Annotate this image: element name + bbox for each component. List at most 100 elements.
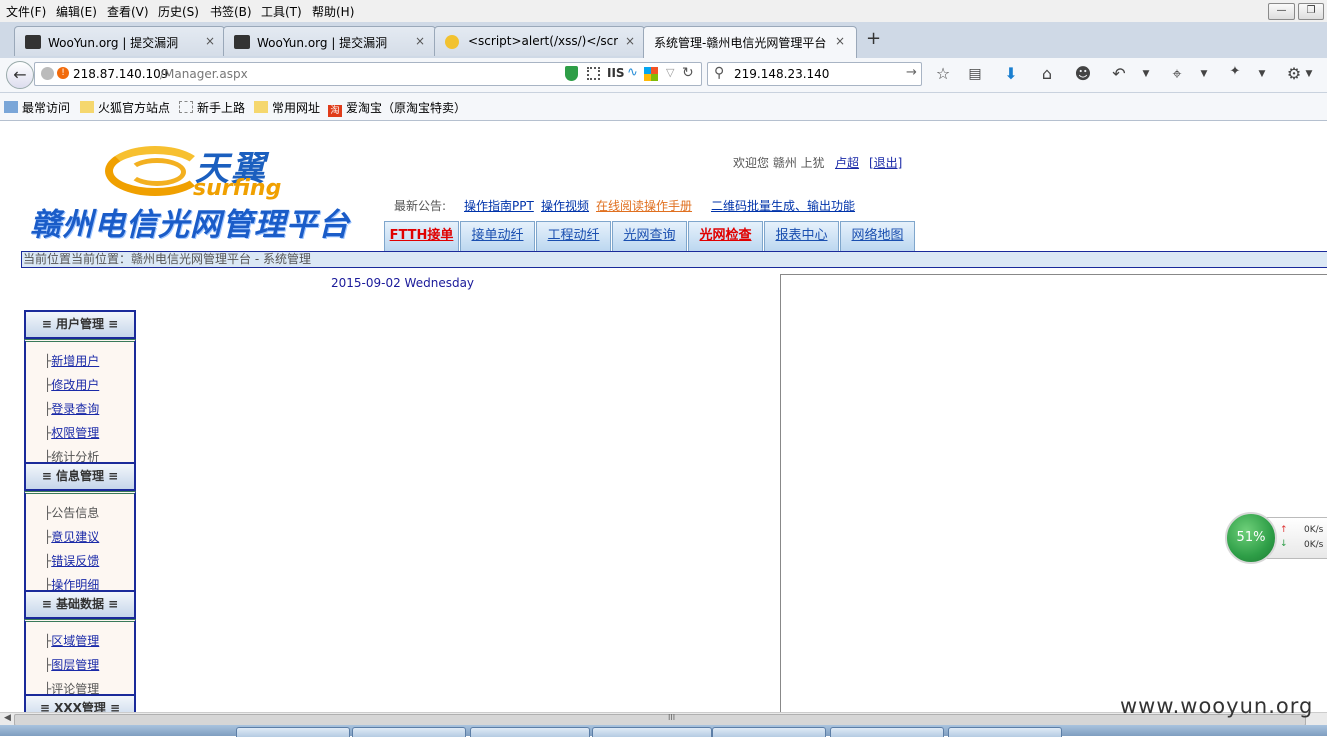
new-tab-button[interactable]: +	[866, 28, 881, 49]
qr-icon[interactable]	[587, 67, 600, 80]
sidebar-item-label: 新增用户	[51, 354, 100, 368]
sidebar-item-permissions[interactable]: ├权限管理	[44, 424, 99, 441]
sidebar-item-label: 区域管理	[51, 634, 100, 648]
watermark: www.wooyun.org	[1120, 694, 1314, 718]
nav-tab-label: 工程动纤	[547, 228, 600, 243]
reader-icon[interactable]: ▤	[964, 66, 986, 82]
bookmark-firefox-site[interactable]: 火狐官方站点	[80, 99, 170, 116]
sidebar-item-label: 错误反馈	[51, 554, 100, 568]
windows-logo-icon	[644, 67, 658, 81]
tab-wooyun-1[interactable]: WooYun.org | 提交漏洞 ×	[14, 26, 225, 56]
sidebar-header-xxx-mgmt[interactable]: ≡ XXX管理 ≡	[24, 694, 136, 712]
nav-tab-network-query[interactable]: 光网查询	[612, 221, 687, 251]
upload-arrow-icon: ↑	[1280, 525, 1288, 535]
menu-dropdown-icon[interactable]: ▼	[1298, 69, 1320, 79]
bookmarks-folder-icon	[4, 101, 18, 113]
shield-icon[interactable]	[565, 66, 578, 81]
search-go-icon[interactable]: →	[906, 65, 917, 80]
menu-tools[interactable]: 工具(T)	[261, 3, 302, 20]
notice-video-link[interactable]: 操作视频	[541, 197, 589, 214]
nav-tab-label: FTTH接单	[389, 228, 454, 243]
reload-icon[interactable]: ↻	[682, 65, 694, 81]
search-input[interactable]: 219.148.23.140	[734, 67, 829, 81]
info-icon[interactable]: !	[57, 67, 69, 79]
tab-title: WooYun.org | 提交漏洞	[257, 36, 388, 50]
dropdown-arrow-icon[interactable]: ▽	[666, 66, 674, 79]
tab-close-icon[interactable]: ×	[415, 34, 425, 48]
tab-close-icon[interactable]: ×	[625, 34, 635, 48]
star-icon[interactable]: ☆	[932, 64, 954, 83]
nav-tab-order-fiber[interactable]: 接单动纤	[460, 221, 535, 251]
tab-close-icon[interactable]: ×	[835, 34, 845, 48]
menu-view[interactable]: 查看(V)	[107, 3, 149, 20]
network-speed-widget[interactable]: 51% ↑ ↓ 0K/s 0K/s	[1225, 512, 1327, 564]
nav-tab-project-fiber[interactable]: 工程动纤	[536, 221, 611, 251]
sidebar-item-login-query[interactable]: ├登录查询	[44, 400, 99, 417]
crop-icon[interactable]: ⌖	[1166, 64, 1188, 84]
menu-help[interactable]: 帮助(H)	[312, 3, 354, 20]
tab-title: WooYun.org | 提交漏洞	[48, 36, 179, 50]
nav-tab-ftth[interactable]: FTTH接单	[384, 221, 459, 251]
logo-swirl-inner-icon	[128, 158, 186, 186]
nav-tab-label: 光网检查	[699, 228, 752, 243]
sidebar-item-suggestions[interactable]: ├意见建议	[44, 528, 99, 545]
url-bar[interactable]: ! 218.87.140.109 /Manager.aspx IIS ∿ ▽ ↻	[34, 62, 702, 86]
bookmark-most-visited[interactable]: 最常访问	[4, 99, 70, 116]
scroll-left-icon[interactable]: ◀	[4, 713, 11, 723]
gesture-icon[interactable]: ✦	[1224, 64, 1246, 79]
gesture-dropdown-icon[interactable]: ▼	[1251, 69, 1273, 79]
menu-edit[interactable]: 编辑(E)	[56, 3, 97, 20]
sidebar-item-label: 登录查询	[51, 402, 100, 416]
bookmark-label: 火狐官方站点	[98, 101, 171, 115]
sidebar-group-user-mgmt: ├新增用户 ├修改用户 ├登录查询 ├权限管理 ├统计分析	[24, 339, 136, 464]
bookmark-label: 常用网址	[272, 101, 321, 115]
menu-bar: 文件(F) 编辑(E) 查看(V) 历史(S) 书签(B) 工具(T) 帮助(H…	[0, 0, 1327, 22]
undo-dropdown-icon[interactable]: ▼	[1135, 69, 1157, 79]
nav-tab-label: 网络地图	[851, 228, 904, 243]
menu-file[interactable]: 文件(F)	[6, 3, 46, 20]
download-icon[interactable]: ⬇	[1000, 64, 1022, 83]
logout-link[interactable]: [退出]	[869, 154, 902, 171]
back-icon[interactable]: ←	[6, 61, 34, 89]
search-bar[interactable]: ⚲ 219.148.23.140 →	[707, 62, 922, 86]
bookmark-getting-started[interactable]: 新手上路	[179, 99, 245, 116]
notice-ppt-link[interactable]: 操作指南PPT	[464, 197, 534, 214]
search-icon: ⚲	[714, 65, 725, 81]
crop-dropdown-icon[interactable]: ▼	[1193, 69, 1215, 79]
menu-bookmarks[interactable]: 书签(B)	[210, 3, 252, 20]
notice-qrcode-link[interactable]: 二维码批量生成、输出功能	[711, 197, 855, 214]
nav-tab-reports[interactable]: 报表中心	[764, 221, 839, 251]
current-date: 2015-09-02 Wednesday	[331, 276, 475, 290]
bookmark-aitaobao[interactable]: 淘爱淘宝（原淘宝特卖）	[328, 99, 466, 117]
nav-tab-network-map[interactable]: 网络地图	[840, 221, 915, 251]
undo-icon[interactable]: ↶	[1108, 64, 1130, 83]
tab-manager-active[interactable]: 系统管理-赣州电信光网管理平台 ×	[643, 26, 857, 58]
globe-icon	[41, 67, 54, 80]
sidebar-header-base-data[interactable]: ≡ 基础数据 ≡	[24, 590, 136, 619]
tab-xss[interactable]: <script>alert(/xss/)</scr... ×	[434, 26, 645, 56]
home-icon[interactable]: ⌂	[1036, 64, 1058, 83]
bookmark-label: 新手上路	[197, 101, 246, 115]
sidebar-header-info-mgmt[interactable]: ≡ 信息管理 ≡	[24, 462, 136, 491]
taobao-icon: 淘	[328, 105, 342, 117]
sidebar-item-error-feedback[interactable]: ├错误反馈	[44, 552, 99, 569]
restore-button[interactable]: ❐	[1298, 3, 1324, 20]
tab-wooyun-2[interactable]: WooYun.org | 提交漏洞 ×	[223, 26, 436, 56]
sidebar-item-regions[interactable]: ├区域管理	[44, 632, 99, 649]
bookmark-common-sites[interactable]: 常用网址	[254, 99, 320, 116]
tab-close-icon[interactable]: ×	[205, 34, 215, 48]
chat-icon[interactable]: ☻	[1072, 64, 1094, 83]
sidebar-header-user-mgmt[interactable]: ≡ 用户管理 ≡	[24, 310, 136, 339]
user-link[interactable]: 卢超	[835, 154, 859, 171]
sidebar-item-layers[interactable]: ├图层管理	[44, 656, 99, 673]
minimize-button[interactable]: —	[1268, 3, 1295, 20]
sidebar-item-announcements[interactable]: ├公告信息	[44, 504, 99, 521]
notice-manual-link[interactable]: 在线阅读操作手册	[596, 197, 692, 214]
menu-history[interactable]: 历史(S)	[158, 3, 199, 20]
nav-tab-label: 接单动纤	[471, 228, 524, 243]
folder-icon	[254, 101, 268, 113]
sidebar-item-edit-user[interactable]: ├修改用户	[44, 376, 99, 393]
sidebar-item-add-user[interactable]: ├新增用户	[44, 352, 99, 369]
nav-tab-network-check[interactable]: 光网检查	[688, 221, 763, 251]
wave-icon: ∿	[627, 65, 638, 80]
